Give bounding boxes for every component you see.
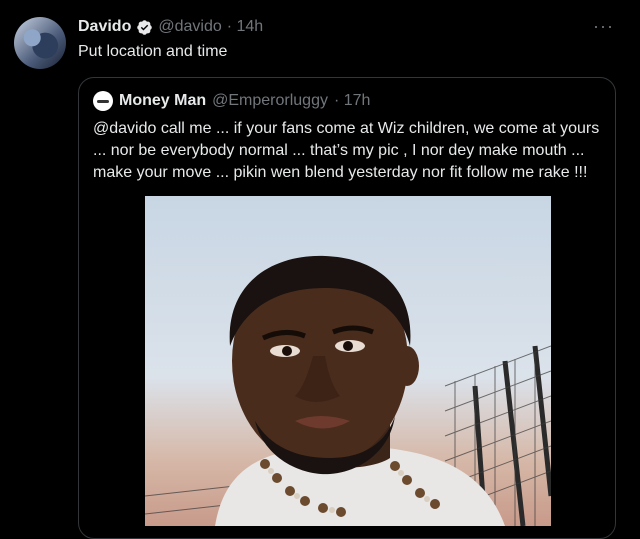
- tweet-text: Put location and time: [78, 43, 228, 60]
- quoted-author-handle[interactable]: @Emperorluggy: [212, 92, 328, 110]
- quoted-tweet[interactable]: Money Man @Emperorluggy · 17h @davido ca…: [78, 77, 616, 539]
- photo-illustration: [145, 255, 551, 526]
- tweet-header: Davido @davido · 14h: [78, 18, 263, 36]
- quoted-avatar[interactable]: [93, 91, 113, 111]
- quoted-author-name[interactable]: Money Man: [119, 92, 206, 110]
- quoted-tweet-text: @davido call me ... if your fans come at…: [93, 120, 600, 181]
- author-handle[interactable]: @davido: [158, 18, 221, 36]
- quoted-tweet-photo[interactable]: [145, 196, 551, 526]
- author-name[interactable]: Davido: [78, 18, 131, 36]
- verified-badge-icon: [137, 19, 153, 35]
- tweet[interactable]: Davido @davido · 14h ··· Put location an…: [0, 0, 640, 539]
- quoted-timestamp[interactable]: · 17h: [334, 92, 370, 110]
- quoted-tweet-header: Money Man @Emperorluggy · 17h: [93, 91, 370, 111]
- timestamp[interactable]: · 14h: [227, 18, 263, 36]
- more-options-icon[interactable]: ···: [593, 16, 614, 37]
- avatar[interactable]: [14, 17, 66, 69]
